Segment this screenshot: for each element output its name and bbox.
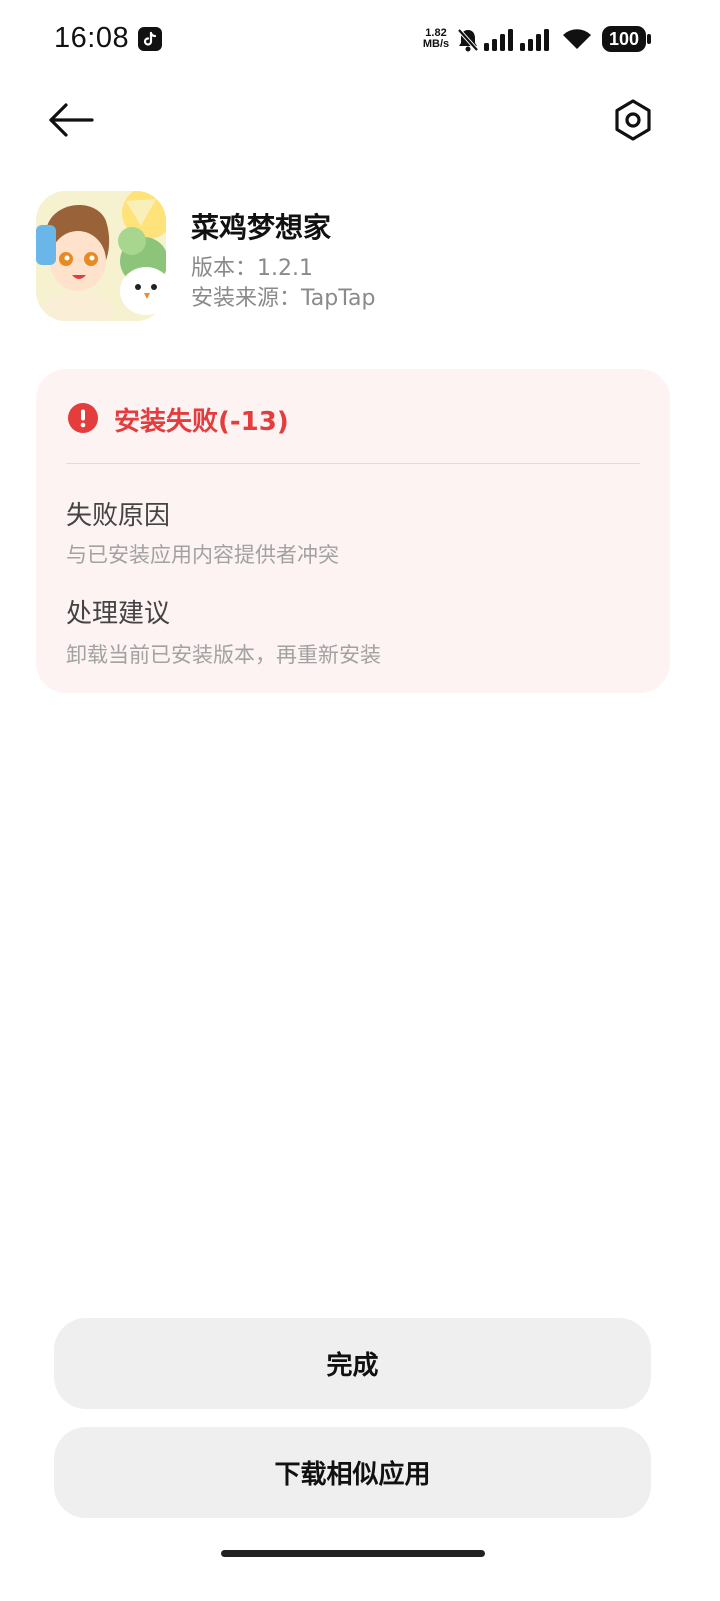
network-speed: 1.82 MB/s [420, 28, 452, 50]
error-title: 安装失败(-13) [114, 407, 289, 437]
wifi-icon [563, 29, 591, 49]
network-speed-unit: MB/s [422, 38, 450, 50]
app-icon [36, 191, 166, 321]
app-version: 版本：1.2.1 [191, 256, 313, 281]
install-source: 安装来源：TapTap [191, 286, 376, 311]
download-similar-apps-button[interactable]: 下载相似应用 [54, 1427, 651, 1518]
back-button[interactable] [40, 92, 100, 148]
battery-icon: 100 [602, 26, 651, 52]
battery-level: 100 [608, 29, 640, 49]
card-divider [66, 463, 640, 464]
failure-reason-label: 失败原因 [66, 501, 171, 531]
status-time: 16:08 [54, 22, 130, 54]
bell-muted-icon [457, 28, 479, 52]
status-bar: 16:08 1.82 MB/s 100 [0, 0, 720, 80]
tiktok-notification-icon [138, 27, 162, 51]
signal-strength-1-icon [484, 29, 513, 51]
arrow-left-icon [49, 103, 94, 137]
app-name: 菜鸡梦想家 [191, 211, 332, 244]
home-indicator[interactable] [221, 1550, 485, 1557]
suggestion-label: 处理建议 [66, 599, 171, 629]
failure-reason-text: 与已安装应用内容提供者冲突 [66, 543, 339, 567]
settings-button[interactable] [604, 92, 662, 148]
error-alert-icon [68, 403, 98, 433]
install-result-screen: 16:08 1.82 MB/s 100 菜鸡梦想家 版本：1.2.1 安装来源：… [0, 0, 720, 1601]
hexagon-settings-icon [615, 99, 651, 141]
done-button[interactable]: 完成 [54, 1318, 651, 1409]
signal-strength-2-icon [520, 29, 549, 51]
install-error-card: 安装失败(-13) 失败原因 与已安装应用内容提供者冲突 处理建议 卸载当前已安… [36, 369, 670, 693]
suggestion-text: 卸载当前已安装版本，再重新安装 [66, 643, 381, 667]
